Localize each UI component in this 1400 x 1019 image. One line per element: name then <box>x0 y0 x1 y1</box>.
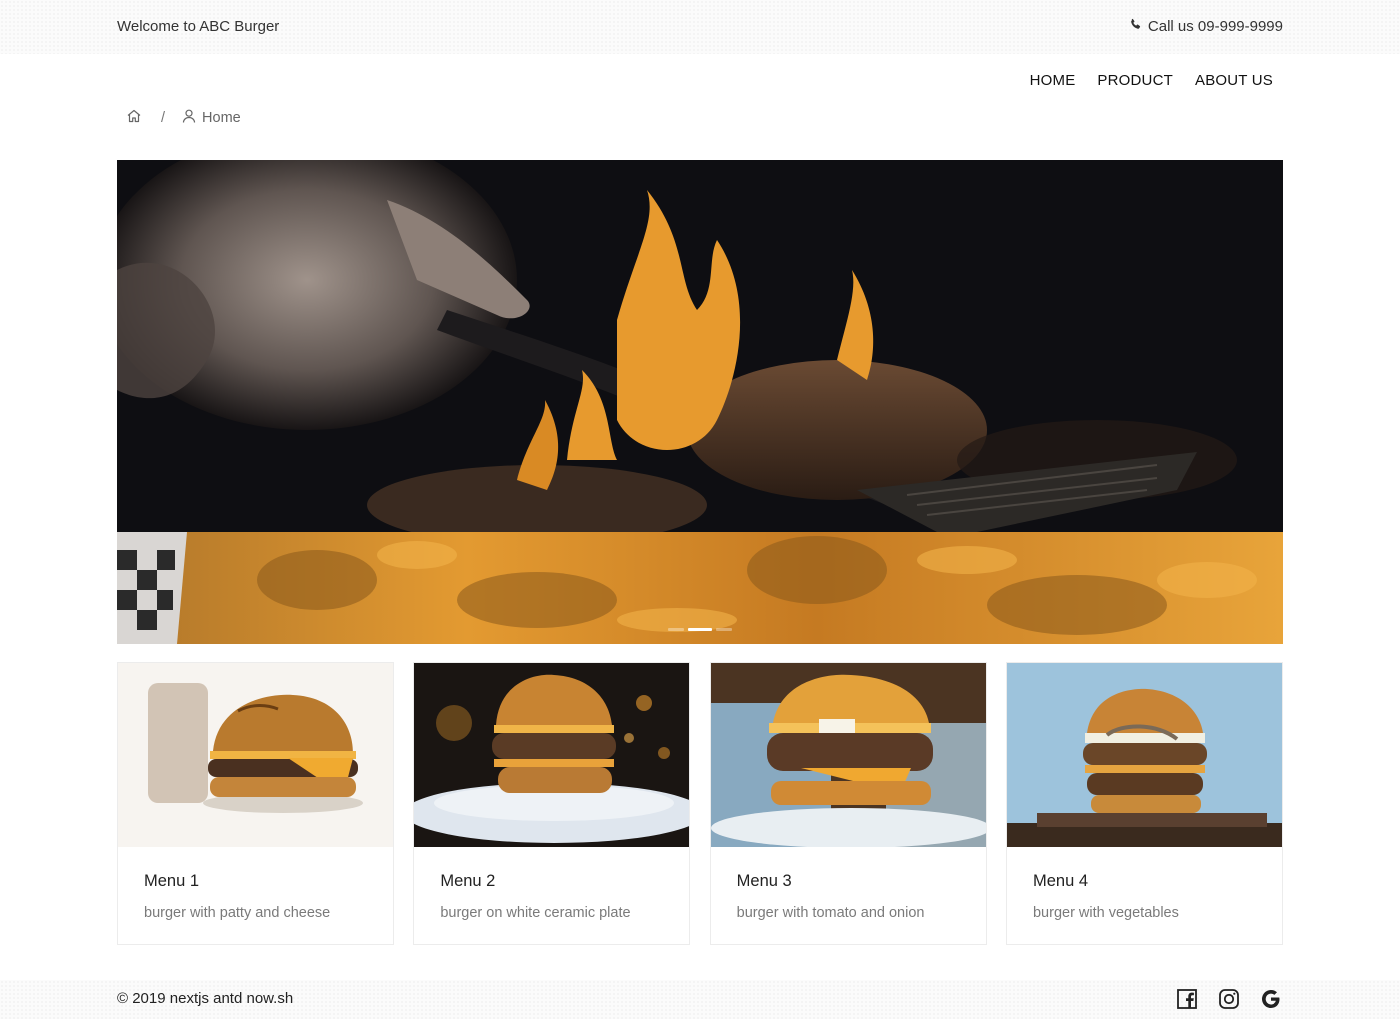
menu-card-list: Menu 1 burger with patty and cheese Menu… <box>117 662 1283 945</box>
top-bar: Welcome to ABC Burger Call us 09-999-999… <box>0 0 1400 54</box>
menu-card-image <box>118 663 393 847</box>
menu-card-description: burger on white ceramic plate <box>440 905 631 921</box>
user-icon <box>181 108 197 128</box>
welcome-text: Welcome to ABC Burger <box>117 18 280 35</box>
carousel-dots <box>117 628 1283 631</box>
hero-carousel[interactable] <box>117 160 1283 644</box>
hero-image <box>117 160 1283 644</box>
carousel-dot-active[interactable] <box>688 628 712 631</box>
home-icon[interactable] <box>126 108 142 128</box>
menu-card-title: Menu 3 <box>736 872 792 890</box>
breadcrumb-current[interactable]: Home <box>181 108 241 128</box>
copyright-text: © 2019 nextjs antd now.sh <box>117 990 294 1007</box>
menu-card[interactable]: Menu 1 burger with patty and cheese <box>117 662 394 945</box>
menu-card-description: burger with tomato and onion <box>736 905 925 921</box>
facebook-icon[interactable] <box>1175 987 1199 1011</box>
phone-contact[interactable]: Call us 09-999-9999 <box>1129 18 1283 35</box>
menu-card-description: burger with patty and cheese <box>144 905 331 921</box>
breadcrumb: / Home <box>126 108 241 128</box>
breadcrumb-label: Home <box>202 110 241 126</box>
menu-card[interactable]: Menu 4 burger with vegetables <box>1005 662 1283 945</box>
breadcrumb-separator: / <box>161 110 166 126</box>
menu-card[interactable]: Menu 2 burger on white ceramic plate <box>413 662 691 945</box>
carousel-dot[interactable] <box>668 628 684 631</box>
phone-text: Call us 09-999-9999 <box>1147 18 1283 35</box>
carousel-dot[interactable] <box>716 628 732 631</box>
google-icon[interactable] <box>1259 987 1283 1011</box>
phone-icon <box>1129 18 1142 35</box>
menu-card-title: Menu 1 <box>144 872 200 890</box>
menu-card[interactable]: Menu 3 burger with tomato and onion <box>709 662 987 945</box>
menu-card-image <box>414 663 690 847</box>
menu-card-image <box>1006 663 1282 847</box>
footer: © 2019 nextjs antd now.sh <box>0 980 1400 1019</box>
menu-card-image <box>710 663 986 847</box>
menu-card-description: burger with vegetables <box>1032 905 1179 921</box>
menu-card-title: Menu 2 <box>440 872 496 890</box>
main-nav: HOME PRODUCT ABOUT US <box>1030 72 1273 89</box>
social-links <box>1175 987 1283 1011</box>
nav-product[interactable]: PRODUCT <box>1097 72 1173 89</box>
instagram-icon[interactable] <box>1217 987 1241 1011</box>
menu-card-title: Menu 4 <box>1032 872 1089 890</box>
nav-home[interactable]: HOME <box>1030 72 1076 89</box>
nav-about-us[interactable]: ABOUT US <box>1195 72 1273 89</box>
